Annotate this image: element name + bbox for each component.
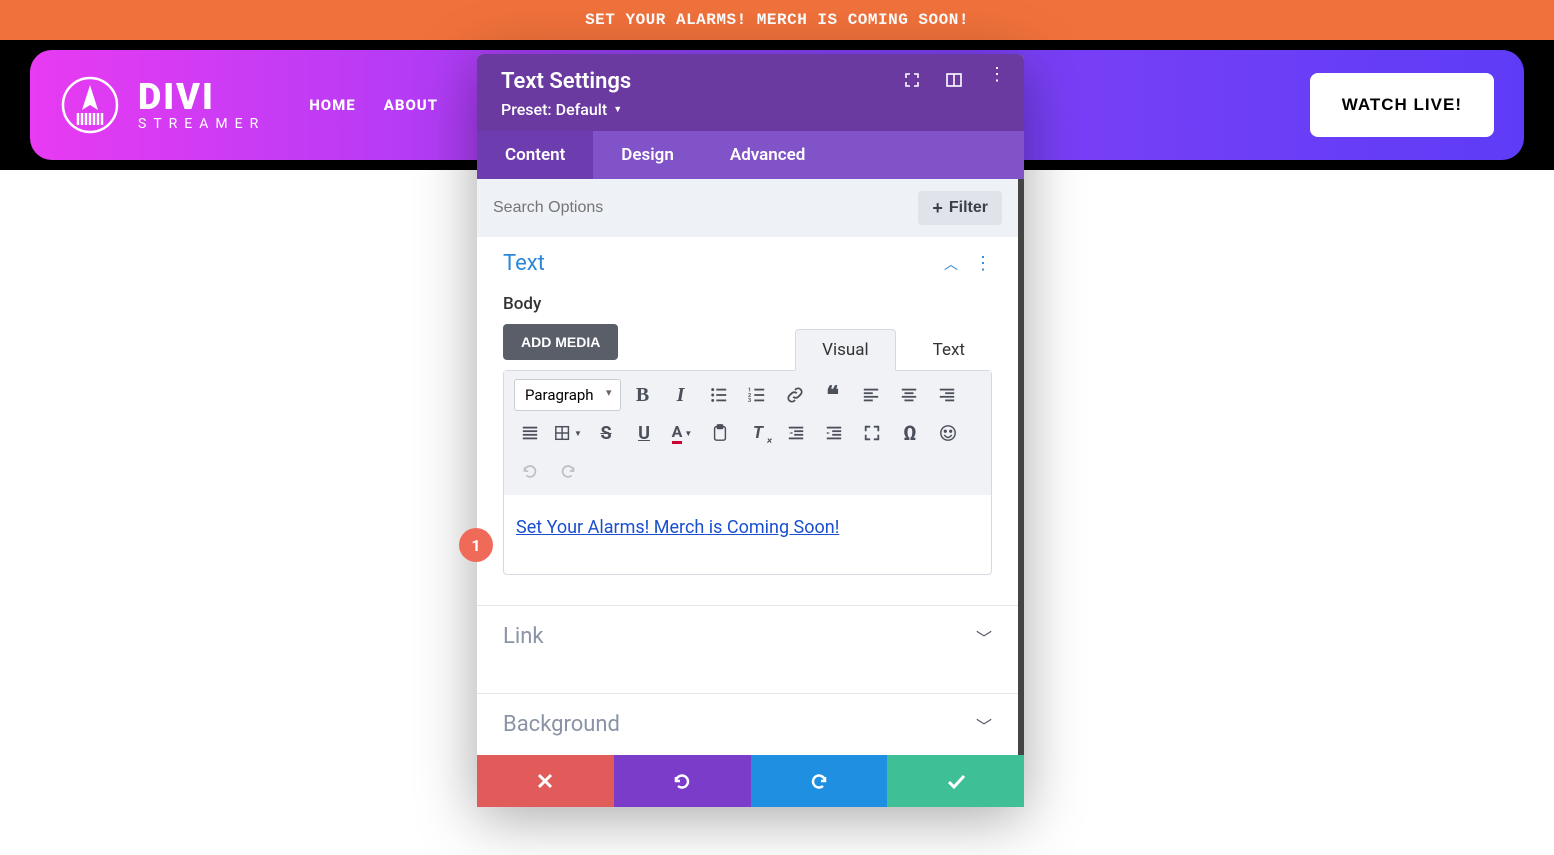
modal-title: Text Settings bbox=[501, 69, 631, 94]
align-right-icon[interactable] bbox=[931, 379, 963, 411]
tab-design[interactable]: Design bbox=[593, 131, 702, 179]
body-label: Body bbox=[503, 294, 992, 314]
rocket-logo-icon bbox=[60, 75, 120, 135]
editor-toolbar-wrap: Paragraph B I 123 ❝ ▼ S U A▼ bbox=[503, 370, 992, 575]
search-row: +Filter bbox=[477, 179, 1018, 237]
undo-button[interactable] bbox=[614, 755, 751, 807]
modal-header: Text Settings Preset: Default▼ ⋮ bbox=[477, 54, 1024, 131]
announcement-text: SET YOUR ALARMS! MERCH IS COMING SOON! bbox=[585, 11, 969, 29]
editor-tab-visual[interactable]: Visual bbox=[795, 329, 895, 371]
indent-icon[interactable] bbox=[818, 417, 850, 449]
italic-icon[interactable]: I bbox=[665, 379, 697, 411]
redo-button[interactable] bbox=[751, 755, 888, 807]
search-input[interactable] bbox=[493, 199, 908, 217]
text-settings-modal: Text Settings Preset: Default▼ ⋮ Content… bbox=[477, 54, 1024, 807]
editor-tab-text[interactable]: Text bbox=[906, 329, 992, 371]
bold-icon[interactable]: B bbox=[627, 379, 659, 411]
tab-advanced[interactable]: Advanced bbox=[702, 131, 834, 179]
modal-footer bbox=[477, 755, 1024, 807]
clear-format-icon[interactable]: T× bbox=[742, 417, 774, 449]
text-color-icon[interactable]: A▼ bbox=[666, 417, 698, 449]
bullet-list-icon[interactable] bbox=[703, 379, 735, 411]
confirm-button[interactable] bbox=[887, 755, 1024, 807]
chevron-down-icon[interactable]: ﹀ bbox=[976, 713, 992, 737]
outdent-icon[interactable] bbox=[780, 417, 812, 449]
plus-icon: + bbox=[932, 199, 943, 217]
justify-icon[interactable] bbox=[514, 417, 546, 449]
paste-icon[interactable] bbox=[704, 417, 736, 449]
collapse-icon[interactable]: ︿ bbox=[944, 254, 958, 274]
editor-toolbar: Paragraph B I 123 ❝ ▼ S U A▼ bbox=[504, 371, 991, 495]
undo-icon bbox=[514, 455, 546, 487]
fullscreen-icon[interactable] bbox=[856, 417, 888, 449]
expand-icon[interactable] bbox=[904, 72, 920, 88]
tab-content[interactable]: Content bbox=[477, 131, 593, 179]
watch-live-button[interactable]: WATCH LIVE! bbox=[1310, 73, 1494, 137]
nav-links: HOME ABOUT bbox=[309, 96, 438, 114]
underline-icon[interactable]: U bbox=[628, 417, 660, 449]
quote-icon[interactable]: ❝ bbox=[817, 379, 849, 411]
numbered-list-icon[interactable]: 123 bbox=[741, 379, 773, 411]
logo-text: DIVI STREAMER bbox=[138, 79, 265, 131]
nav-home[interactable]: HOME bbox=[309, 96, 355, 114]
columns-icon[interactable] bbox=[946, 72, 962, 88]
logo-main: DIVI bbox=[138, 79, 265, 115]
align-left-icon[interactable] bbox=[855, 379, 887, 411]
align-center-icon[interactable] bbox=[893, 379, 925, 411]
strikethrough-icon[interactable]: S bbox=[590, 417, 622, 449]
paragraph-select[interactable]: Paragraph bbox=[514, 379, 621, 411]
cancel-button[interactable] bbox=[477, 755, 614, 807]
annotation-1: 1 bbox=[459, 528, 493, 562]
section-link[interactable]: Link ﹀ bbox=[477, 606, 1018, 667]
editor-text-link[interactable]: Set Your Alarms! Merch is Coming Soon! bbox=[516, 517, 839, 538]
chevron-down-icon: ▼ bbox=[613, 104, 622, 115]
section-link-title: Link bbox=[503, 624, 544, 649]
modal-body: +Filter Text ︿ ⋮ Body ADD MEDIA Visual T… bbox=[477, 179, 1024, 755]
nav-about[interactable]: ABOUT bbox=[384, 96, 438, 114]
emoji-icon[interactable] bbox=[932, 417, 964, 449]
section-menu-icon[interactable]: ⋮ bbox=[974, 253, 992, 274]
section-text-title[interactable]: Text bbox=[503, 251, 545, 276]
section-text: Text ︿ ⋮ Body ADD MEDIA Visual Text Para… bbox=[477, 237, 1018, 579]
more-menu-icon[interactable]: ⋮ bbox=[988, 72, 1004, 88]
logo-sub: STREAMER bbox=[138, 117, 265, 131]
table-icon[interactable]: ▼ bbox=[552, 417, 584, 449]
announcement-bar: SET YOUR ALARMS! MERCH IS COMING SOON! bbox=[0, 0, 1554, 40]
editor-content-area[interactable]: Set Your Alarms! Merch is Coming Soon! bbox=[504, 495, 991, 574]
chevron-down-icon[interactable]: ﹀ bbox=[976, 625, 992, 649]
svg-text:3: 3 bbox=[748, 398, 751, 404]
section-background[interactable]: Background ﹀ bbox=[477, 694, 1018, 755]
add-media-button[interactable]: ADD MEDIA bbox=[503, 324, 618, 360]
link-icon[interactable] bbox=[779, 379, 811, 411]
modal-tabs: Content Design Advanced bbox=[477, 131, 1024, 179]
redo-icon bbox=[552, 455, 584, 487]
filter-button[interactable]: +Filter bbox=[918, 191, 1002, 225]
omega-icon[interactable]: Ω bbox=[894, 417, 926, 449]
logo[interactable]: DIVI STREAMER bbox=[60, 75, 265, 135]
section-background-title: Background bbox=[503, 712, 620, 737]
preset-selector[interactable]: Preset: Default▼ bbox=[501, 100, 1000, 119]
